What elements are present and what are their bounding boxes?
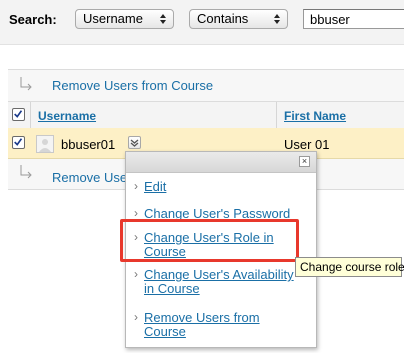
username-cell: bbuser01 <box>61 137 116 152</box>
search-field-select[interactable]: Username <box>75 9 174 29</box>
menu-item-label: Edit <box>144 179 167 194</box>
chevron-right-icon: › <box>134 267 138 281</box>
search-label: Search: <box>9 12 57 27</box>
avatar <box>36 135 54 153</box>
chevron-down-icon <box>130 139 139 147</box>
corner-arrow-icon <box>20 77 32 91</box>
menu-item-label-line2: in Course <box>144 281 200 296</box>
search-field-value: Username <box>83 11 143 26</box>
menu-item-label-line1: Remove Users from <box>144 310 260 325</box>
menu-item-label-line2: Course <box>144 324 186 339</box>
column-separator <box>276 102 277 128</box>
row-checkbox[interactable] <box>12 136 25 149</box>
table-header: Username First Name <box>8 101 404 129</box>
bottom-remove-users-link[interactable]: Remove Use <box>52 170 127 185</box>
column-header-first-name[interactable]: First Name <box>284 109 346 123</box>
menu-item-label-line1: Change User's Availability <box>144 267 294 282</box>
context-menu-header: × <box>126 152 316 173</box>
search-bar: Search: Username Contains <box>0 0 404 45</box>
column-separator <box>30 102 31 128</box>
tooltip: Change course role <box>295 257 404 277</box>
select-all-checkbox[interactable] <box>12 108 25 121</box>
search-input[interactable] <box>303 9 404 29</box>
user-silhouette-icon <box>39 139 51 152</box>
select-arrows-icon <box>274 14 280 24</box>
corner-arrow-icon <box>20 165 32 179</box>
first-name-cell: User 01 <box>284 137 330 152</box>
remove-users-from-course-link[interactable]: Remove Users from Course <box>52 78 213 93</box>
action-bar: Remove Users from Course <box>8 69 404 102</box>
row-menu-button[interactable] <box>128 136 141 149</box>
search-operator-select[interactable]: Contains <box>189 9 288 29</box>
column-header-username[interactable]: Username <box>38 109 96 123</box>
chevron-right-icon: › <box>134 179 138 193</box>
checkmark-icon <box>14 110 23 118</box>
checkmark-icon <box>14 138 23 146</box>
select-arrows-icon <box>160 14 166 24</box>
search-operator-value: Contains <box>197 11 249 26</box>
highlight-annotation <box>120 219 299 262</box>
close-icon[interactable]: × <box>299 156 310 167</box>
chevron-right-icon: › <box>134 310 138 324</box>
